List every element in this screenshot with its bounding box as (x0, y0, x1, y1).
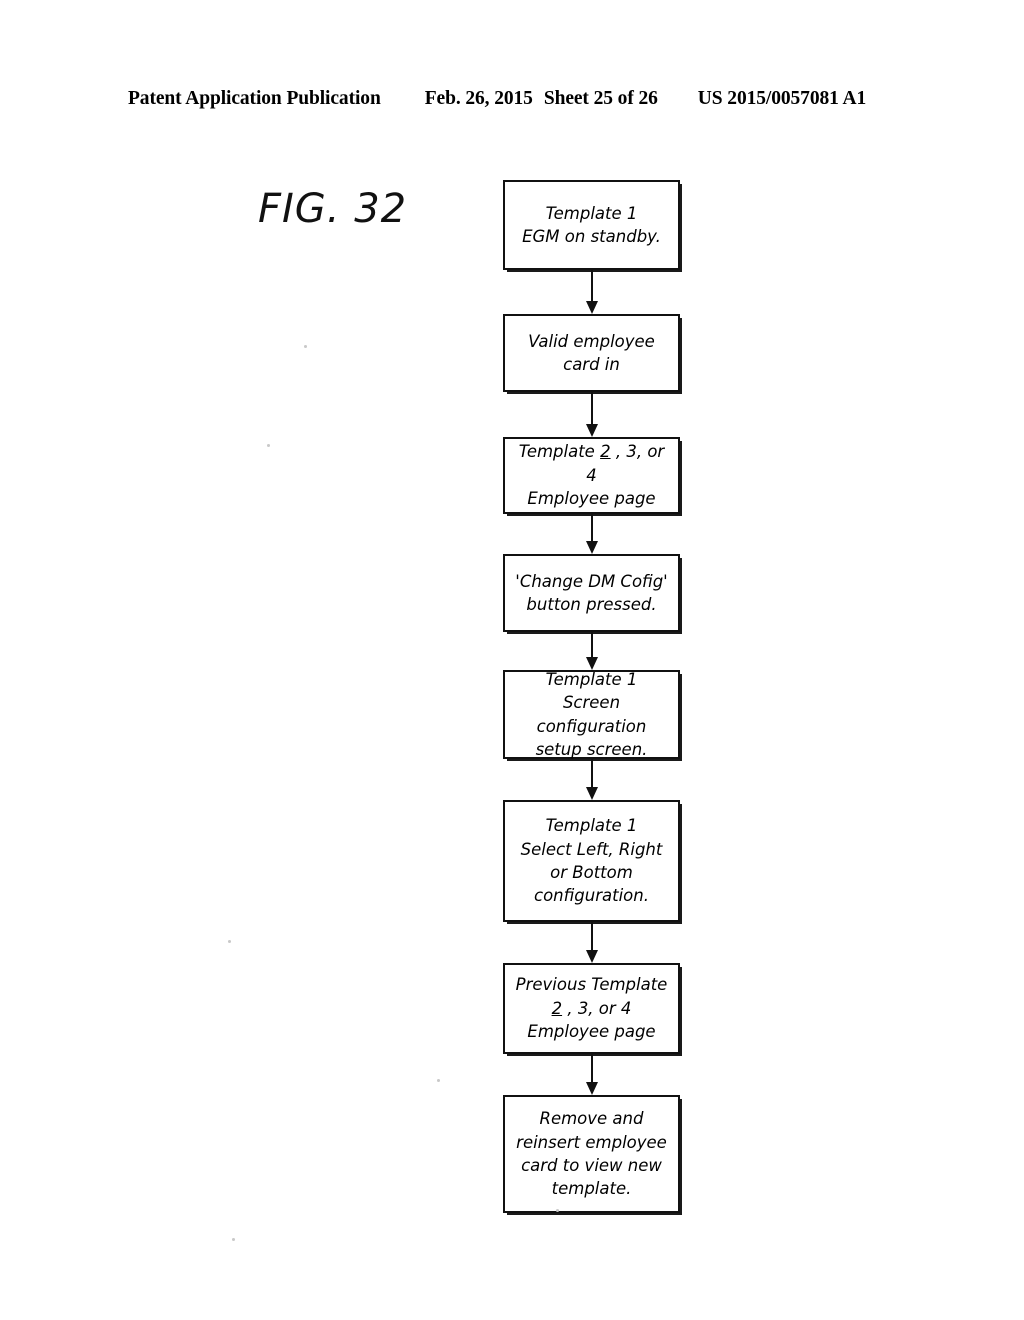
flowchart-node-change-dm-cofig-button-pressed: 'Change DM Cofig' button pressed. (503, 554, 680, 632)
header-sheet-label: Sheet 25 of 26 (543, 88, 658, 109)
flowchart-node-template-1-select-left-right-bottom: Template 1 Select Left, Right or Bottom … (503, 800, 680, 922)
flowchart-node-previous-template-2-3-4-employee-page: Previous Template 2 , 3, or 4 Employee p… (503, 963, 680, 1054)
arrow-down-icon (585, 541, 598, 554)
flowchart-node-text: Remove and reinsert employee card to vie… (516, 1109, 667, 1199)
connector-stem (590, 270, 593, 301)
flowchart-node-text: 'Change DM Cofig' button pressed. (515, 571, 668, 614)
flowchart-node-text: Previous Template 2 , 3, or 4 Employee p… (515, 975, 668, 1042)
flowchart-node-text: Template 1 EGM on standby. (522, 203, 661, 246)
flowchart-connector-2 (503, 392, 680, 437)
arrow-down-icon (585, 787, 598, 800)
connector-stem (590, 759, 593, 787)
flowchart-node-text: Template 1 Select Left, Right or Bottom … (520, 816, 663, 906)
flowchart-node-text: Template 1 Screen configuration setup sc… (535, 669, 648, 759)
flowchart-connector-3 (503, 514, 680, 554)
scan-speckle (304, 345, 307, 348)
arrow-down-icon (585, 301, 598, 314)
scan-speckle (437, 1079, 440, 1082)
flowchart-connector-6 (503, 922, 680, 963)
connector-stem (590, 392, 593, 424)
flowchart-node-text: Valid employee card in (528, 331, 655, 374)
flowchart-node-template-1-egm-standby: Template 1 EGM on standby. (503, 180, 680, 270)
scan-speckle (228, 940, 231, 943)
scan-speckle (267, 444, 270, 447)
connector-stem (590, 1054, 593, 1082)
arrow-down-icon (585, 1082, 598, 1095)
scan-speckle (232, 1238, 235, 1241)
flowchart-node-remove-reinsert-employee-card: Remove and reinsert employee card to vie… (503, 1095, 680, 1213)
arrow-down-icon (585, 950, 598, 963)
flowchart-node-template-2-3-4-employee-page: Template 2 , 3, or 4 Employee page (503, 437, 680, 514)
flowchart-connector-5 (503, 759, 680, 800)
page-header: Patent Application Publication Feb. 26, … (128, 88, 896, 114)
flowchart-connector-7 (503, 1054, 680, 1095)
flowchart-connector-1 (503, 270, 680, 314)
flowchart-diagram: Template 1 EGM on standby. Valid employe… (503, 180, 680, 1213)
connector-stem (590, 922, 593, 950)
flowchart-node-text: Template 2 , 3, or 4 Employee page (518, 442, 665, 509)
connector-stem (590, 514, 593, 541)
figure-label: FIG. 32 (258, 186, 408, 232)
arrow-down-icon (585, 424, 598, 437)
header-date-label: Feb. 26, 2015 (424, 88, 533, 109)
header-patent-number: US 2015/0057081 A1 (697, 88, 867, 109)
header-publication-label: Patent Application Publication (128, 88, 381, 109)
flowchart-node-template-1-screen-configuration-setup: Template 1 Screen configuration setup sc… (503, 670, 680, 759)
flowchart-node-valid-employee-card-in: Valid employee card in (503, 314, 680, 392)
connector-stem (590, 632, 593, 657)
